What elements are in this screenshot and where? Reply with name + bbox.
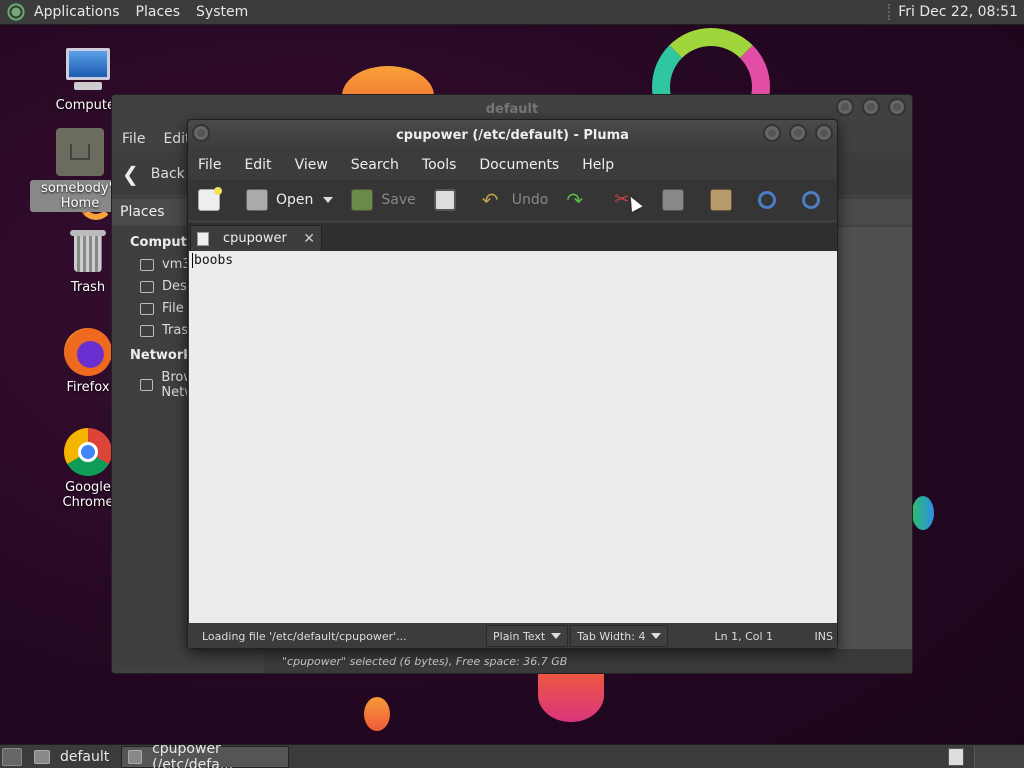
text-file-icon (197, 231, 209, 246)
minimize-button[interactable] (836, 98, 854, 116)
places-label: Places (120, 204, 165, 220)
print-icon (433, 189, 456, 211)
text-editor-icon (128, 749, 143, 764)
text-cursor (192, 253, 193, 268)
menu-file[interactable]: File (122, 131, 145, 147)
close-button[interactable] (888, 98, 906, 116)
status-message: Loading file '/etc/default/cpupower'... (202, 629, 407, 643)
open-button[interactable]: Open (246, 189, 334, 211)
window-title: cpupower (/etc/default) - Pluma (396, 127, 629, 143)
drive-icon (140, 302, 154, 315)
maximize-button[interactable] (862, 98, 880, 116)
menu-view[interactable]: View (295, 157, 328, 173)
redo-icon: ↷ (566, 188, 584, 212)
statusbar: Loading file '/etc/default/cpupower'... … (188, 624, 837, 648)
pluma-window[interactable]: cpupower (/etc/default) - Pluma File Edi… (187, 119, 838, 649)
window-title: default (485, 101, 539, 117)
trash-icon (64, 228, 112, 276)
back-button[interactable]: Back (151, 166, 185, 182)
tab-label: cpupower (223, 231, 287, 246)
print-button[interactable] (433, 189, 464, 211)
language-selector[interactable]: Plain Text (486, 625, 569, 647)
find-button[interactable] (758, 191, 784, 209)
toolbar: Open Save ↶ Undo ↷ ✂ (188, 180, 837, 220)
paste-button[interactable] (710, 189, 740, 211)
menu-file[interactable]: File (198, 157, 221, 173)
clock[interactable]: Fri Dec 22, 08:51 (888, 4, 1024, 20)
file-manager-statusbar: "cpupower" selected (6 bytes), Free spac… (264, 649, 912, 673)
network-icon (140, 379, 154, 391)
firefox-icon (64, 328, 112, 376)
menu-search[interactable]: Search (351, 157, 399, 173)
new-document-icon (198, 187, 222, 211)
desktop-icon (140, 280, 154, 293)
mate-logo-icon[interactable] (6, 2, 26, 22)
show-desktop-button[interactable] (2, 747, 22, 766)
applications-menu[interactable]: Applications (26, 4, 128, 20)
minimize-button[interactable] (763, 124, 781, 142)
wallpaper-shape (912, 496, 934, 530)
menu-documents[interactable]: Documents (479, 157, 559, 173)
folder-icon (34, 749, 50, 764)
trash-applet[interactable] (974, 745, 1024, 768)
close-button[interactable] (815, 124, 833, 142)
wallpaper-shape (538, 668, 604, 722)
chevron-down-icon (551, 633, 562, 639)
replace-button[interactable] (802, 191, 828, 209)
maximize-button[interactable] (789, 124, 807, 142)
open-folder-icon (246, 189, 268, 211)
wallpaper-shape (364, 697, 390, 731)
cursor-position: Ln 1, Col 1 (714, 629, 774, 643)
places-menu[interactable]: Places (128, 4, 189, 20)
tab-width-selector[interactable]: Tab Width: 4 (570, 625, 669, 647)
undo-icon: ↶ (481, 188, 499, 212)
document-tabbar: cpupower ✕ (188, 223, 837, 251)
top-panel: Applications Places System Fri Dec 22, 0… (0, 0, 1024, 25)
menubar: File Edit View Search Tools Documents He… (188, 152, 837, 178)
insert-mode: INS (814, 629, 833, 643)
file-view-pane[interactable] (838, 227, 912, 657)
find-replace-icon (802, 191, 821, 209)
document-tab[interactable]: cpupower ✕ (190, 225, 322, 251)
save-icon (351, 189, 374, 211)
close-icon[interactable]: ✕ (303, 231, 315, 247)
chevron-down-icon[interactable] (323, 197, 334, 203)
redo-button[interactable]: ↷ (566, 189, 596, 211)
menu-edit[interactable]: Edit (244, 157, 271, 173)
text-editor[interactable]: boobs (189, 251, 837, 623)
trash-icon (140, 324, 154, 337)
pluma-titlebar[interactable]: cpupower (/etc/default) - Pluma (188, 120, 837, 150)
paste-icon (710, 189, 733, 211)
window-controls (763, 124, 833, 142)
taskbar-item-pluma[interactable]: cpupower (/etc/defa... (121, 741, 290, 768)
window-controls (836, 98, 906, 116)
copy-icon (662, 189, 685, 211)
system-menu[interactable]: System (188, 4, 256, 20)
undo-button[interactable]: ↶ Undo (482, 189, 549, 211)
window-menu-button[interactable] (192, 124, 210, 142)
search-icon (758, 191, 777, 209)
taskbar-item-default[interactable]: default (28, 746, 115, 768)
home-folder-icon (56, 128, 104, 176)
chevron-down-icon (651, 633, 662, 639)
back-arrow-icon[interactable]: ❮ (122, 162, 139, 186)
bottom-panel: default cpupower (/etc/defa... (0, 741, 1024, 768)
menu-help[interactable]: Help (582, 157, 614, 173)
editor-content: boobs (194, 253, 234, 268)
computer-icon (64, 46, 112, 94)
workspace-switcher[interactable] (948, 747, 964, 766)
home-icon (140, 258, 154, 271)
chrome-icon (64, 428, 112, 476)
copy-button[interactable] (662, 189, 692, 211)
new-button[interactable] (198, 187, 228, 211)
save-button[interactable]: Save (351, 189, 416, 211)
menu-tools[interactable]: Tools (422, 157, 457, 173)
status-text: "cpupower" selected (6 bytes), Free spac… (282, 654, 568, 668)
